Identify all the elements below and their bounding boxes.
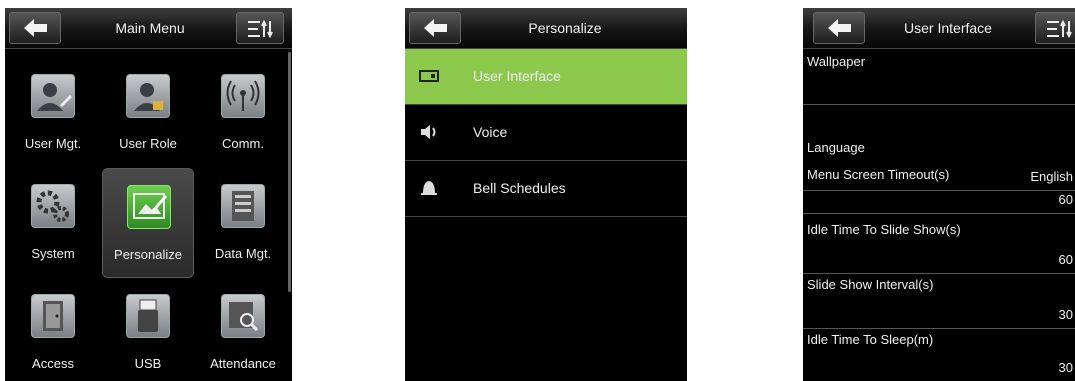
setting-name: Language xyxy=(807,140,865,155)
options-button[interactable] xyxy=(236,12,284,44)
page-title: Personalize xyxy=(528,20,602,36)
list-item-label: User Interface xyxy=(473,68,561,84)
door-icon xyxy=(31,294,75,338)
back-arrow-icon xyxy=(424,19,447,37)
setting-value: 30 xyxy=(1058,307,1073,322)
menu-item-user-mgt[interactable]: User Mgt. xyxy=(7,58,99,168)
page-title: User Interface xyxy=(904,20,992,36)
sort-options-icon xyxy=(1047,20,1072,38)
back-button[interactable] xyxy=(813,12,865,44)
top-bar: User Interface xyxy=(803,8,1075,49)
page-title: Main Menu xyxy=(115,20,185,36)
menu-item-label: Data Mgt. xyxy=(214,246,272,261)
setting-idle-time-to-sleep[interactable]: Idle Time To Sleep(m) 30 xyxy=(803,328,1075,381)
back-button[interactable] xyxy=(9,12,61,44)
menu-item-label: Attendance xyxy=(210,356,276,371)
menu-item-label: User Role xyxy=(119,136,177,151)
setting-name: Menu Screen Timeout(s) xyxy=(807,167,950,182)
setting-value: 60 xyxy=(1058,252,1073,267)
setting-name: Idle Time To Sleep(m) xyxy=(807,332,934,347)
scrollbar[interactable] xyxy=(288,52,291,292)
top-bar: Personalize xyxy=(405,8,687,49)
usb-icon xyxy=(126,294,170,338)
setting-value: 30 xyxy=(1058,360,1073,375)
menu-item-user-role[interactable]: User Role xyxy=(102,58,194,168)
menu-item-usb[interactable]: USB xyxy=(102,278,194,381)
display-icon xyxy=(419,70,439,82)
list-item-label: Bell Schedules xyxy=(473,180,566,196)
wireless-icon xyxy=(221,74,265,118)
setting-wallpaper[interactable]: Wallpaper xyxy=(803,50,1075,105)
menu-item-access[interactable]: Access xyxy=(7,278,99,381)
setting-idle-time-to-slide-show[interactable]: Idle Time To Slide Show(s) 60 xyxy=(803,218,1075,274)
menu-item-personalize[interactable]: Personalize xyxy=(102,168,194,278)
list-item-user-interface[interactable]: User Interface xyxy=(405,49,687,105)
menu-item-system[interactable]: System xyxy=(7,168,99,278)
menu-item-label: Personalize xyxy=(114,247,182,262)
menu-item-label: USB xyxy=(134,356,162,371)
menu-item-label: Comm. xyxy=(222,136,264,151)
gears-icon xyxy=(31,184,75,228)
back-button[interactable] xyxy=(409,12,461,44)
setting-value: 60 xyxy=(1058,192,1073,207)
database-icon xyxy=(221,184,265,228)
top-bar: Main Menu xyxy=(5,8,292,49)
list-item-label: Voice xyxy=(473,124,508,140)
speaker-icon xyxy=(421,125,436,139)
back-arrow-icon xyxy=(828,19,851,37)
menu-item-comm[interactable]: Comm. xyxy=(197,58,289,168)
back-arrow-icon xyxy=(24,19,47,37)
menu-item-data-mgt[interactable]: Data Mgt. xyxy=(197,168,289,278)
sort-options-icon xyxy=(248,20,273,38)
personalize-screen: Personalize User Interface Voice Bell Sc… xyxy=(405,8,687,381)
menu-item-attendance[interactable]: Attendance xyxy=(197,278,289,381)
setting-menu-screen-timeout[interactable]: Menu Screen Timeout(s) 60 xyxy=(803,163,1075,214)
menu-item-label: Access xyxy=(32,356,74,371)
menu-item-label: User Mgt. xyxy=(24,136,82,151)
bell-icon xyxy=(421,181,437,195)
menu-item-label: System xyxy=(31,246,75,261)
setting-slide-show-interval[interactable]: Slide Show Interval(s) 30 xyxy=(803,273,1075,329)
options-button[interactable] xyxy=(1035,12,1075,44)
setting-name: Idle Time To Slide Show(s) xyxy=(807,222,961,237)
user-edit-icon xyxy=(31,74,75,118)
list-item-voice[interactable]: Voice xyxy=(405,105,687,161)
attendance-search-icon xyxy=(221,294,265,338)
setting-name: Slide Show Interval(s) xyxy=(807,277,934,292)
setting-name: Wallpaper xyxy=(807,54,866,69)
main-menu-screen: Main Menu User Mgt. User Role Comm. Syst… xyxy=(5,8,292,381)
user-interface-screen: User Interface Wallpaper Language Englis… xyxy=(803,8,1075,381)
user-role-icon xyxy=(126,74,170,118)
personalize-icon xyxy=(127,185,171,229)
list-item-bell-schedules[interactable]: Bell Schedules xyxy=(405,161,687,217)
